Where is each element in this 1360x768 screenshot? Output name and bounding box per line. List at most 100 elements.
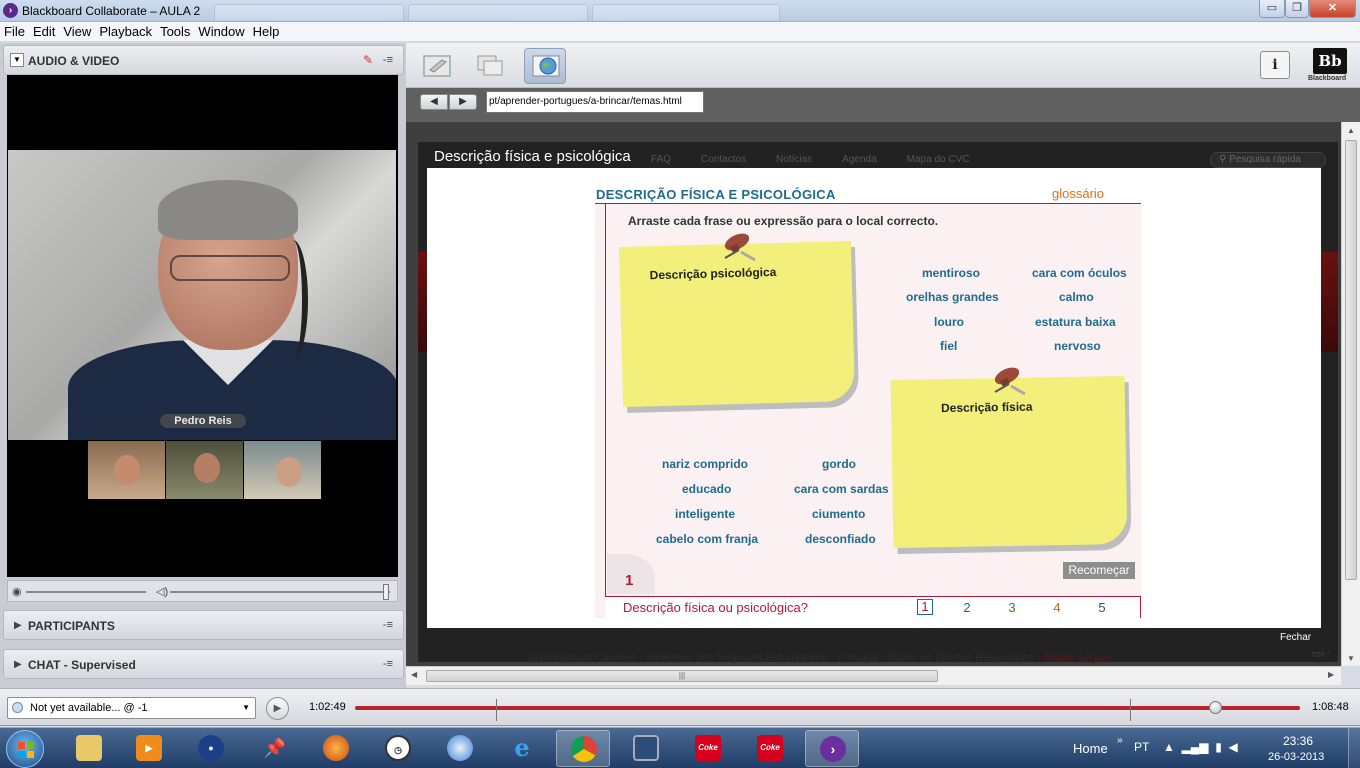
nav-contactos[interactable]: Contactos bbox=[701, 154, 746, 165]
participant-video-thumb[interactable] bbox=[166, 441, 243, 499]
page-link-5[interactable]: 5 bbox=[1094, 600, 1110, 615]
participant-video-thumb[interactable] bbox=[244, 441, 321, 499]
nav-faq[interactable]: FAQ bbox=[651, 154, 671, 165]
background-tab[interactable] bbox=[408, 4, 588, 20]
forward-button[interactable]: ▶ bbox=[449, 94, 477, 110]
toolbar-expand-icon[interactable]: » bbox=[1117, 735, 1123, 746]
scroll-down-arrow-icon[interactable]: ▼ bbox=[1347, 654, 1355, 663]
taskbar-chrome[interactable] bbox=[556, 730, 610, 767]
drop-zone-physical[interactable]: Descrição física bbox=[890, 375, 1128, 549]
clock-date[interactable]: 26-03-2013 bbox=[1268, 751, 1324, 763]
panel-options-icon[interactable]: -≡ bbox=[383, 658, 393, 670]
horizontal-scroll-thumb[interactable]: ||| bbox=[426, 670, 938, 682]
collapse-icon[interactable]: ▼ bbox=[10, 53, 24, 67]
horizontal-scrollbar[interactable]: ◀ ||| ▶ bbox=[406, 666, 1341, 685]
maximize-button[interactable]: ❐ bbox=[1285, 0, 1309, 18]
menu-tools[interactable]: Tools bbox=[156, 22, 194, 42]
system-tray[interactable]: ▲ ▂▄▆ ▮ ◀ bbox=[1163, 740, 1238, 754]
start-button[interactable] bbox=[6, 730, 44, 768]
scroll-left-arrow-icon[interactable]: ◀ bbox=[411, 670, 417, 679]
restart-button[interactable]: Recomeçar bbox=[1063, 562, 1135, 579]
toolbar-home-label[interactable]: Home bbox=[1073, 741, 1108, 756]
camera-settings-icon[interactable]: ✎ bbox=[363, 53, 373, 67]
chat-panel-header[interactable]: ▶ CHAT - Supervised -≡ bbox=[3, 649, 404, 679]
menu-window[interactable]: Window bbox=[194, 22, 248, 42]
taskbar-media-player[interactable]: ▶ bbox=[122, 730, 176, 767]
minimize-button[interactable]: ▭ bbox=[1259, 0, 1285, 18]
nav-agenda[interactable]: Agenda bbox=[842, 154, 876, 165]
taskbar-blackboard-collaborate[interactable]: › bbox=[805, 730, 859, 767]
panel-options-icon[interactable]: -≡ bbox=[383, 54, 393, 66]
scroll-up-arrow-icon[interactable]: ▲ bbox=[1347, 126, 1355, 135]
draggable-phrase[interactable]: desconfiado bbox=[805, 532, 876, 546]
close-button[interactable]: ✕ bbox=[1309, 0, 1356, 18]
draggable-phrase[interactable]: educado bbox=[682, 482, 731, 496]
taskbar-pushpin[interactable]: 📌 bbox=[248, 730, 302, 767]
draggable-phrase[interactable]: orelhas grandes bbox=[906, 290, 999, 304]
taskbar-clock[interactable]: ◷ bbox=[371, 730, 425, 767]
taskbar-monitor[interactable] bbox=[619, 730, 673, 767]
draggable-phrase[interactable]: fiel bbox=[940, 339, 957, 353]
draggable-phrase[interactable]: ciumento bbox=[812, 507, 865, 521]
background-tab[interactable] bbox=[592, 4, 780, 20]
playback-position-knob[interactable] bbox=[1208, 701, 1222, 714]
background-tab[interactable] bbox=[214, 4, 404, 20]
taskbar-coca-cola[interactable]: Coke bbox=[743, 730, 797, 767]
taskbar-safari[interactable] bbox=[433, 730, 487, 767]
draggable-phrase[interactable]: cara com sardas bbox=[794, 482, 889, 496]
page-link-4[interactable]: 4 bbox=[1049, 600, 1065, 615]
close-popup-link[interactable]: Fechar bbox=[1280, 632, 1311, 643]
clock-time[interactable]: 23:36 bbox=[1283, 734, 1313, 748]
menu-file[interactable]: File bbox=[0, 22, 29, 42]
draggable-phrase[interactable]: cara com óculos bbox=[1032, 266, 1127, 280]
glossary-link[interactable]: glossário bbox=[1052, 186, 1104, 201]
page-link-1[interactable]: 1 bbox=[917, 599, 933, 615]
taskbar-internet-explorer[interactable]: e bbox=[495, 730, 549, 767]
menu-help[interactable]: Help bbox=[249, 22, 284, 42]
recording-select[interactable]: Not yet available... @ -1 ▼ bbox=[7, 697, 256, 719]
app-share-tool[interactable] bbox=[468, 48, 510, 84]
taskbar-coca-cola[interactable]: Coke bbox=[681, 730, 735, 767]
speaker-volume-knob[interactable] bbox=[383, 584, 389, 600]
url-field[interactable]: pt/aprender-portugues/a-brincar/temas.ht… bbox=[486, 91, 704, 113]
tray-overflow-icon[interactable]: ▲ bbox=[1163, 740, 1175, 754]
menu-edit[interactable]: Edit bbox=[29, 22, 59, 42]
web-tour-tool[interactable] bbox=[524, 48, 566, 84]
show-desktop-button[interactable] bbox=[1348, 728, 1360, 768]
panel-options-icon[interactable]: -≡ bbox=[383, 619, 393, 631]
draggable-phrase[interactable]: nariz comprido bbox=[662, 457, 748, 471]
info-button[interactable]: i bbox=[1260, 51, 1290, 79]
menu-view[interactable]: View bbox=[59, 22, 95, 42]
participants-panel-header[interactable]: ▶ PARTICIPANTS -≡ bbox=[3, 610, 404, 640]
vertical-scrollbar[interactable]: ▲ ▼ bbox=[1341, 122, 1360, 666]
volume-icon[interactable]: ◀ bbox=[1228, 740, 1237, 754]
page-link-3[interactable]: 3 bbox=[1004, 600, 1020, 615]
network-icon[interactable]: ▂▄▆ bbox=[1182, 740, 1209, 754]
mic-volume-slider[interactable] bbox=[26, 591, 146, 593]
draggable-phrase[interactable]: cabelo com franja bbox=[656, 532, 758, 546]
top-link[interactable]: TOP ^ bbox=[1311, 652, 1330, 659]
audio-video-panel-header[interactable]: ▼ AUDIO & VIDEO ✎ -≡ bbox=[3, 45, 404, 75]
draggable-phrase[interactable]: nervoso bbox=[1054, 339, 1101, 353]
website-search-input[interactable]: ⚲ Pesquisa rápida bbox=[1210, 152, 1326, 168]
draggable-phrase[interactable]: estatura baixa bbox=[1035, 315, 1116, 329]
nav-noticias[interactable]: Notícias bbox=[776, 154, 812, 165]
speaker-volume-slider[interactable] bbox=[170, 591, 390, 593]
draggable-phrase[interactable]: inteligente bbox=[675, 507, 735, 521]
vertical-scroll-thumb[interactable] bbox=[1345, 140, 1357, 580]
language-indicator[interactable]: PT bbox=[1134, 740, 1149, 754]
draggable-phrase[interactable]: calmo bbox=[1059, 290, 1094, 304]
page-link-2[interactable]: 2 bbox=[959, 600, 975, 615]
footer-legal-link[interactable]: Avisos Legais bbox=[1043, 652, 1111, 664]
menu-playback[interactable]: Playback bbox=[95, 22, 156, 42]
taskbar-firefox[interactable] bbox=[309, 730, 363, 767]
draggable-phrase[interactable]: mentiroso bbox=[922, 266, 980, 280]
back-button[interactable]: ◀ bbox=[420, 94, 448, 110]
play-button[interactable]: ▶ bbox=[266, 697, 289, 720]
taskbar-explorer[interactable] bbox=[62, 730, 116, 767]
draggable-phrase[interactable]: gordo bbox=[822, 457, 856, 471]
draggable-phrase[interactable]: louro bbox=[934, 315, 964, 329]
participant-video-thumb[interactable] bbox=[88, 441, 165, 499]
whiteboard-tool[interactable] bbox=[416, 48, 458, 84]
scroll-right-arrow-icon[interactable]: ▶ bbox=[1328, 670, 1334, 679]
